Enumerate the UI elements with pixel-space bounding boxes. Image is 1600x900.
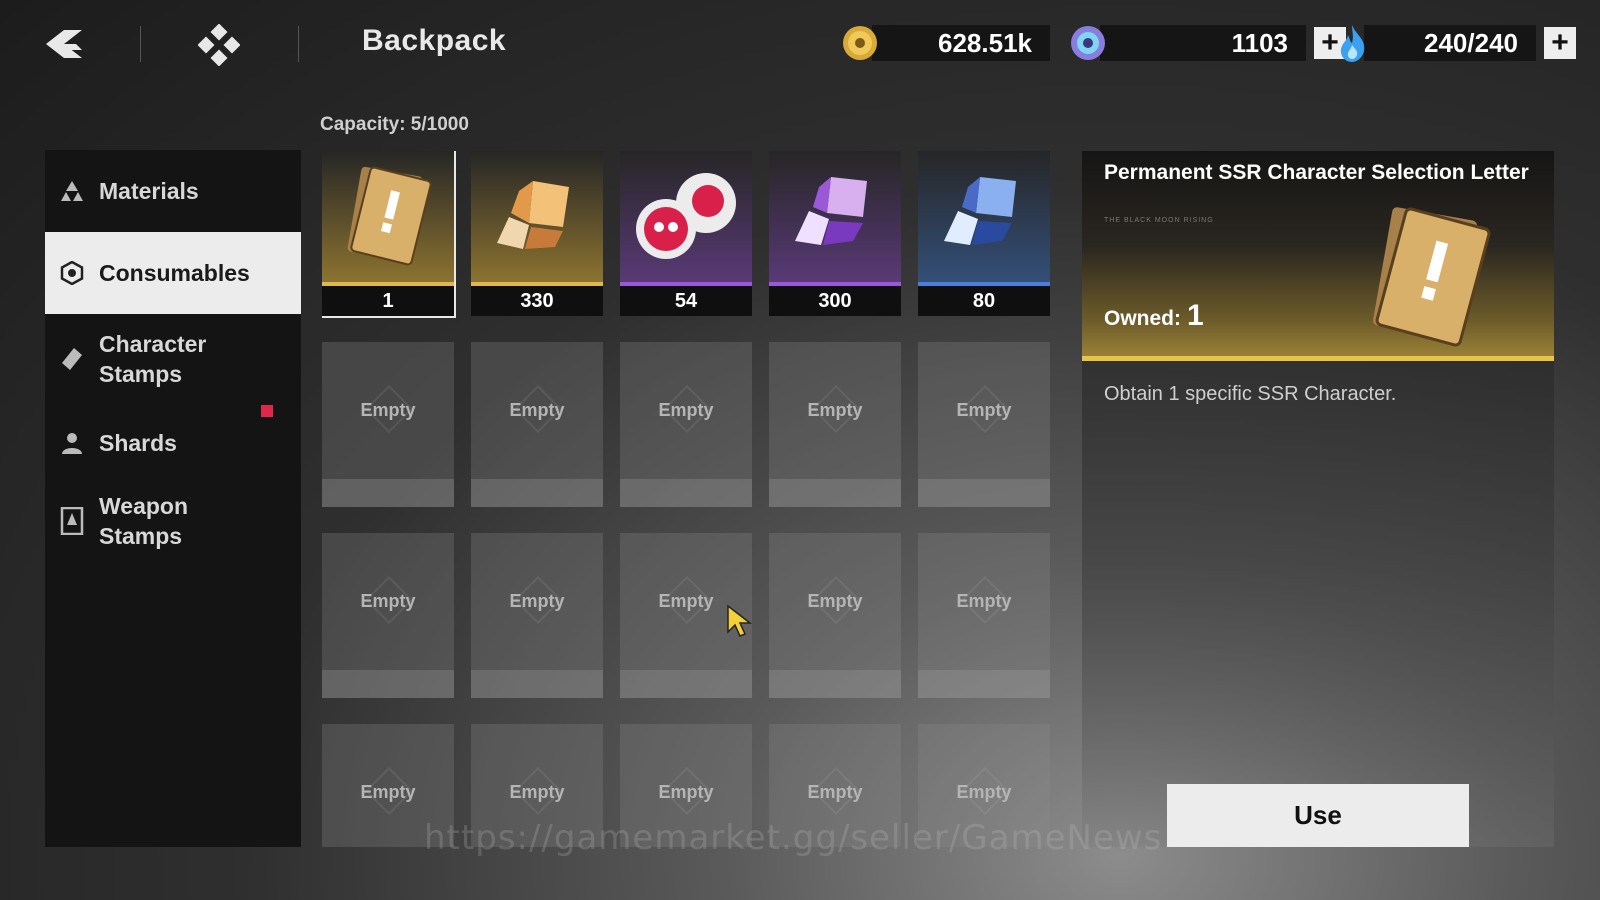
item-hero: Permanent SSR Character Selection Letter… (1082, 151, 1554, 361)
empty-slot[interactable]: Empty (918, 533, 1050, 698)
gold-coin-icon (843, 26, 877, 60)
sidebar-item-character-stamps[interactable]: Character Stamps (45, 320, 301, 398)
blue-crystal-icon (918, 151, 1050, 286)
empty-slot[interactable]: Empty (620, 342, 752, 507)
weapon-stamps-icon (59, 507, 85, 535)
empty-slot-footer (769, 670, 901, 698)
item-slot[interactable]: 330 (471, 151, 603, 316)
empty-slot-footer (322, 479, 454, 507)
gem-icon (1071, 26, 1105, 60)
divider (298, 26, 299, 62)
empty-label: Empty (509, 591, 565, 611)
empty-label: Empty (807, 782, 863, 802)
sidebar-item-shards[interactable]: Shards (45, 408, 301, 478)
sidebar-item-materials[interactable]: Materials (45, 150, 301, 232)
empty-label: Empty (956, 591, 1012, 611)
sidebar-item-label: Character Stamps (99, 331, 207, 387)
gold-currency: 628.51k (840, 24, 1050, 62)
item-slot[interactable]: 300 (769, 151, 901, 316)
flavor-text: THE BLACK MOON RISING (1104, 217, 1214, 224)
empty-label: Empty (360, 591, 416, 611)
back-arrow-icon (46, 30, 82, 58)
empty-label: Empty (807, 400, 863, 420)
item-count: 80 (918, 286, 1050, 316)
empty-slot-footer (918, 670, 1050, 698)
sidebar-item-consumables[interactable]: Consumables (45, 232, 301, 314)
empty-slot[interactable]: Empty (769, 533, 901, 698)
item-count: 330 (471, 286, 603, 316)
person-icon (59, 430, 85, 456)
mouse-cursor-icon (727, 604, 753, 637)
empty-label: Empty (956, 782, 1012, 802)
empty-slot[interactable]: Empty (471, 342, 603, 507)
use-button[interactable]: Use (1167, 784, 1469, 847)
gold-crystal-icon (471, 151, 603, 286)
sidebar-item-label: Materials (99, 178, 199, 204)
empty-slot-footer (471, 479, 603, 507)
capacity-label: Capacity: 5/1000 (320, 114, 469, 135)
empty-slot[interactable]: Empty (918, 342, 1050, 507)
sidebar-item-label: Shards (99, 430, 177, 456)
empty-slot-footer (918, 479, 1050, 507)
empty-label: Empty (509, 782, 565, 802)
empty-label: Empty (658, 400, 714, 420)
item-count: 1 (322, 286, 454, 316)
stamina-amount: 240/240 (1364, 25, 1536, 61)
owned-label: Owned: (1104, 307, 1181, 330)
empty-label: Empty (509, 400, 565, 420)
item-slot[interactable]: 1 (322, 151, 456, 318)
consumables-icon (59, 260, 85, 286)
empty-slot-footer (620, 670, 752, 698)
materials-icon (59, 178, 85, 204)
gold-amount: 628.51k (872, 25, 1050, 61)
item-slot[interactable]: 54 (620, 151, 752, 316)
watermark: https://gamemarket.gg/seller/GameNews (424, 818, 1163, 858)
empty-slot[interactable]: Empty (322, 342, 454, 507)
empty-label: Empty (956, 400, 1012, 420)
empty-slot[interactable]: Empty (769, 342, 901, 507)
empty-slot[interactable]: Empty (322, 533, 454, 698)
notification-badge (261, 405, 273, 417)
selection-letter-icon (322, 151, 454, 286)
empty-slot-footer (769, 479, 901, 507)
item-name: Permanent SSR Character Selection Letter (1104, 161, 1529, 184)
home-button[interactable] (197, 23, 241, 67)
item-description: Obtain 1 specific SSR Character. (1104, 383, 1397, 405)
divider (140, 26, 141, 62)
item-count: 300 (769, 286, 901, 316)
page-title: Backpack (362, 24, 507, 57)
item-grid: 1 330 54 300 80 Empty Empty Empty Empty … (322, 151, 1067, 847)
empty-label: Empty (360, 782, 416, 802)
character-stamps-icon (59, 346, 85, 372)
gem-currency: 1103 + (1068, 24, 1346, 62)
blue-flame-icon (1340, 25, 1365, 62)
owned-count-row: Owned: 1 (1104, 299, 1204, 333)
sidebar-item-label: Weapon Stamps (99, 493, 189, 549)
item-detail-panel: Permanent SSR Character Selection Letter… (1082, 151, 1554, 847)
sidebar-item-weapon-stamps[interactable]: Weapon Stamps (45, 482, 301, 560)
rarity-line (1082, 356, 1554, 361)
selection-letter-icon (1373, 207, 1491, 347)
category-sidebar: Materials Consumables Character Stamps S… (45, 150, 301, 847)
skull-orbs-icon (620, 151, 752, 286)
empty-slot-footer (471, 670, 603, 698)
empty-slot-footer (322, 670, 454, 698)
back-button[interactable] (42, 24, 88, 64)
empty-label: Empty (658, 782, 714, 802)
item-slot[interactable]: 80 (918, 151, 1050, 316)
stamina-currency: 240/240 + (1332, 24, 1576, 62)
owned-count: 1 (1187, 299, 1204, 332)
empty-slot-footer (620, 479, 752, 507)
home-icon (197, 23, 241, 67)
item-count: 54 (620, 286, 752, 316)
gem-amount: 1103 (1100, 25, 1306, 61)
purple-crystal-icon (769, 151, 901, 286)
empty-label: Empty (807, 591, 863, 611)
empty-slot[interactable]: Empty (471, 533, 603, 698)
top-bar: Backpack 628.51k 1103 + 240/240 + (0, 0, 1600, 88)
empty-label: Empty (360, 400, 416, 420)
add-stamina-button[interactable]: + (1544, 27, 1576, 59)
sidebar-item-label: Consumables (99, 260, 250, 286)
